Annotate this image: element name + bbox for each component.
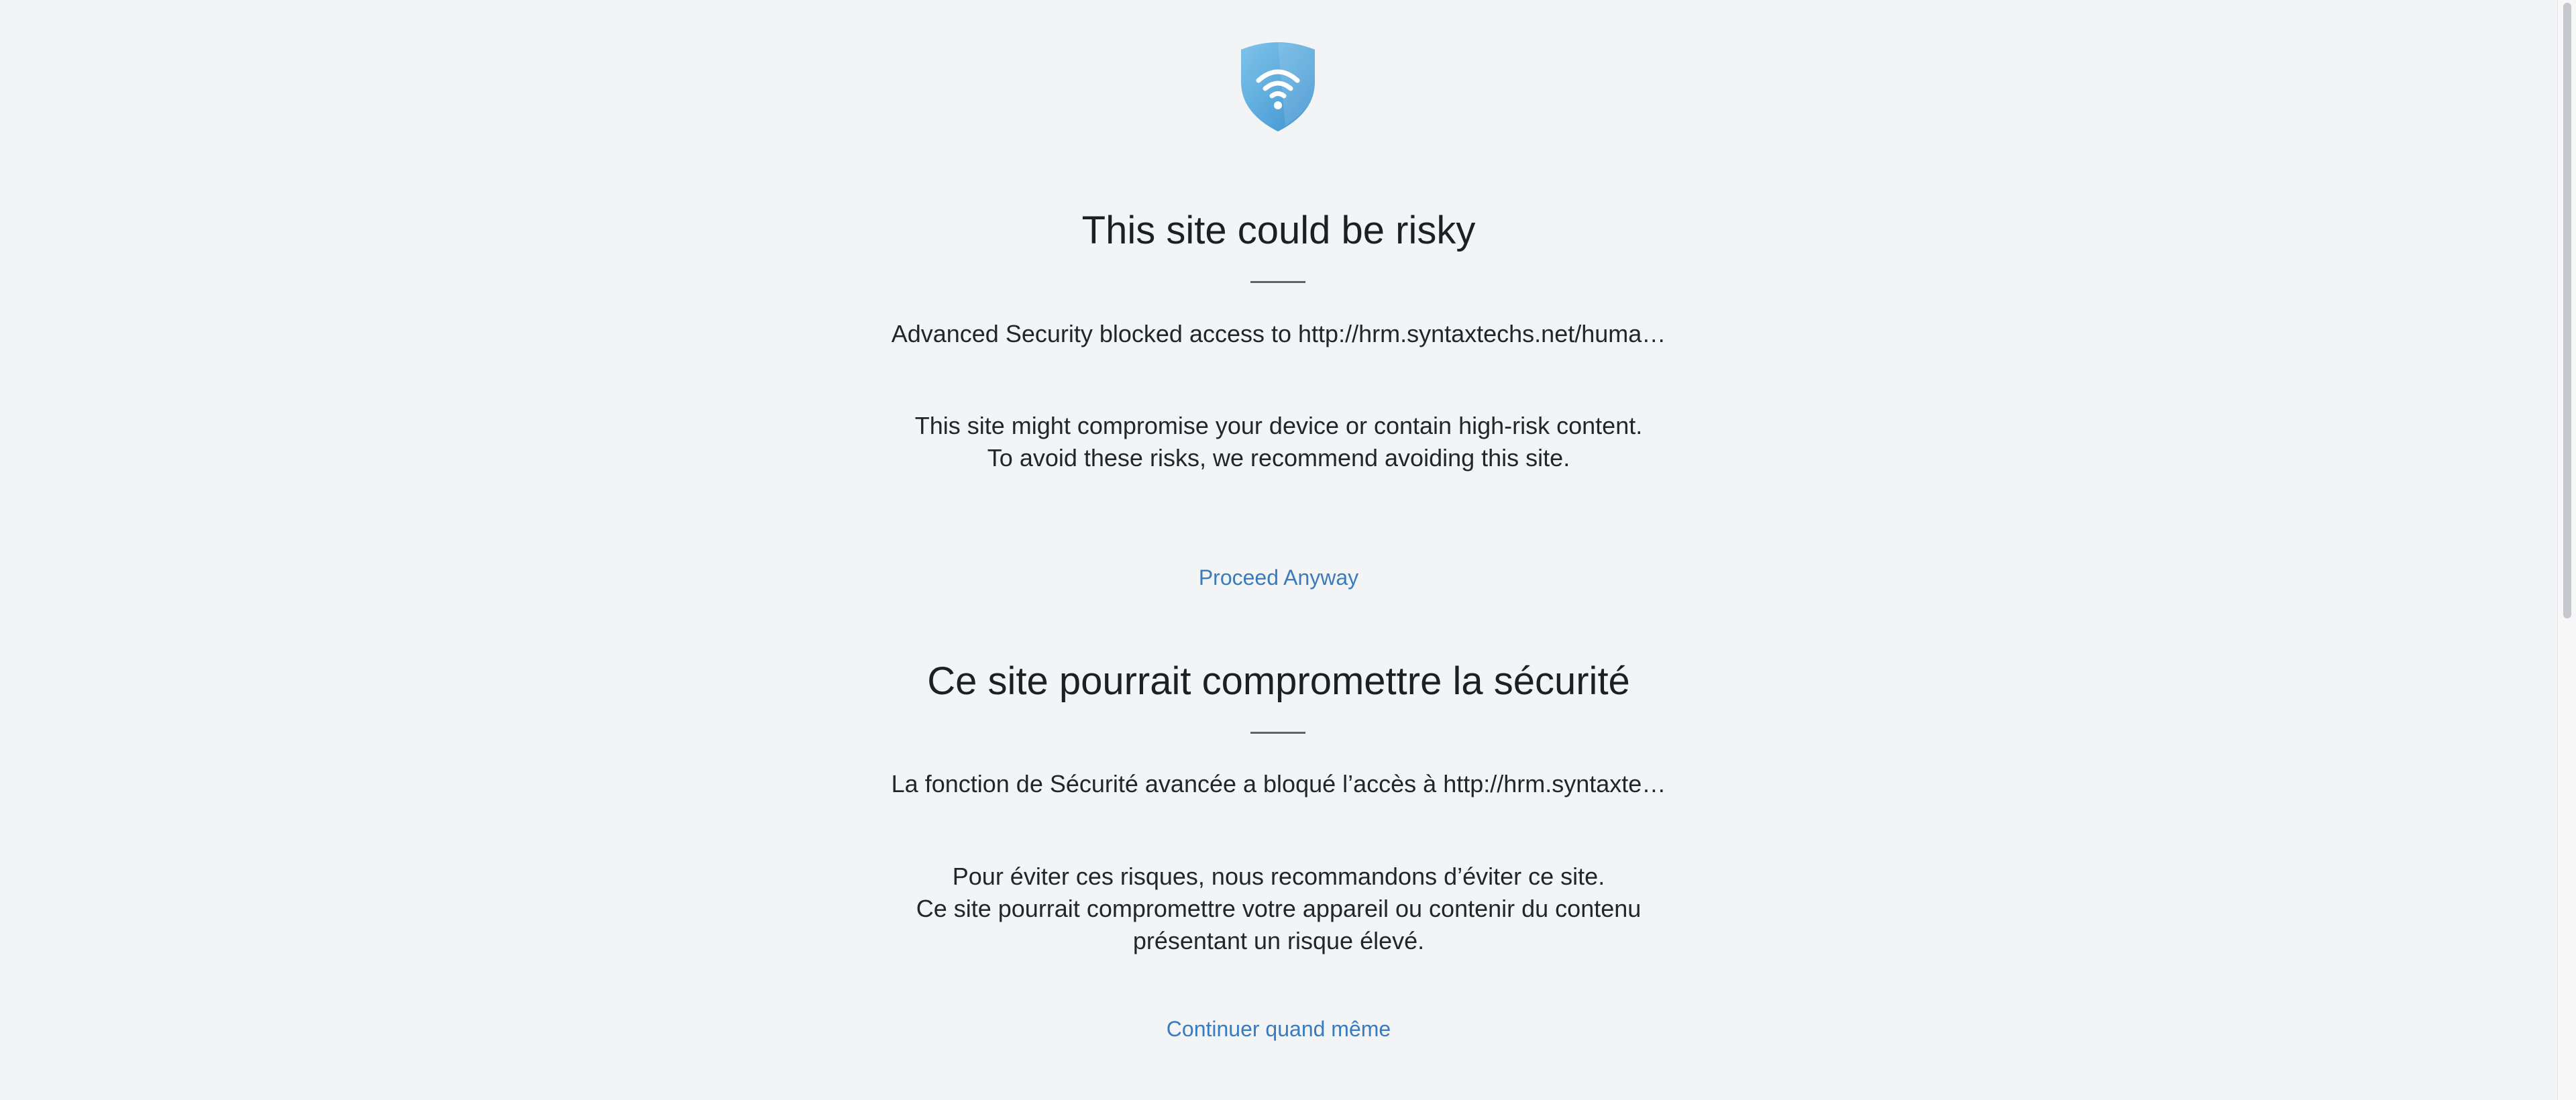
risk-description-line: Ce site pourrait compromettre votre appa… [916, 895, 1642, 922]
risk-description-fr: Pour éviter ces risques, nous recommando… [0, 861, 2557, 957]
wifi-shield-icon [1241, 42, 1315, 131]
page-title-en: This site could be risky [1081, 209, 1476, 252]
continuer-link-row: Continuer quand même [0, 1015, 2557, 1043]
blocked-url-text-en: Advanced Security blocked access to http… [891, 320, 1666, 347]
risk-description-line: To avoid these risks, we recommend avoid… [987, 444, 1570, 472]
title-divider-fr [1250, 732, 1305, 734]
risk-description-line: présentant un risque élevé. [1132, 927, 1425, 954]
title-divider-en [1250, 281, 1305, 283]
proceed-anyway-link[interactable]: Proceed Anyway [1199, 565, 1358, 590]
blocked-site-page: This site could be risky Advanced Securi… [0, 0, 2557, 1100]
proceed-anyway-link-row: Proceed Anyway [0, 563, 2557, 592]
vertical-scrollbar[interactable] [2557, 0, 2576, 1100]
risk-description-line: This site might compromise your device o… [914, 412, 1643, 439]
page-title-fr: Ce site pourrait compromettre la sécurit… [927, 659, 1630, 703]
scrollbar-thumb[interactable] [2563, 3, 2571, 618]
continuer-quand-meme-link[interactable]: Continuer quand même [1167, 1017, 1391, 1041]
risk-description-en: This site might compromise your device o… [0, 410, 2557, 474]
blocked-url-text-fr: La fonction de Sécurité avancée a bloqué… [891, 770, 1666, 798]
risk-description-line: Pour éviter ces risques, nous recommando… [952, 863, 1605, 890]
